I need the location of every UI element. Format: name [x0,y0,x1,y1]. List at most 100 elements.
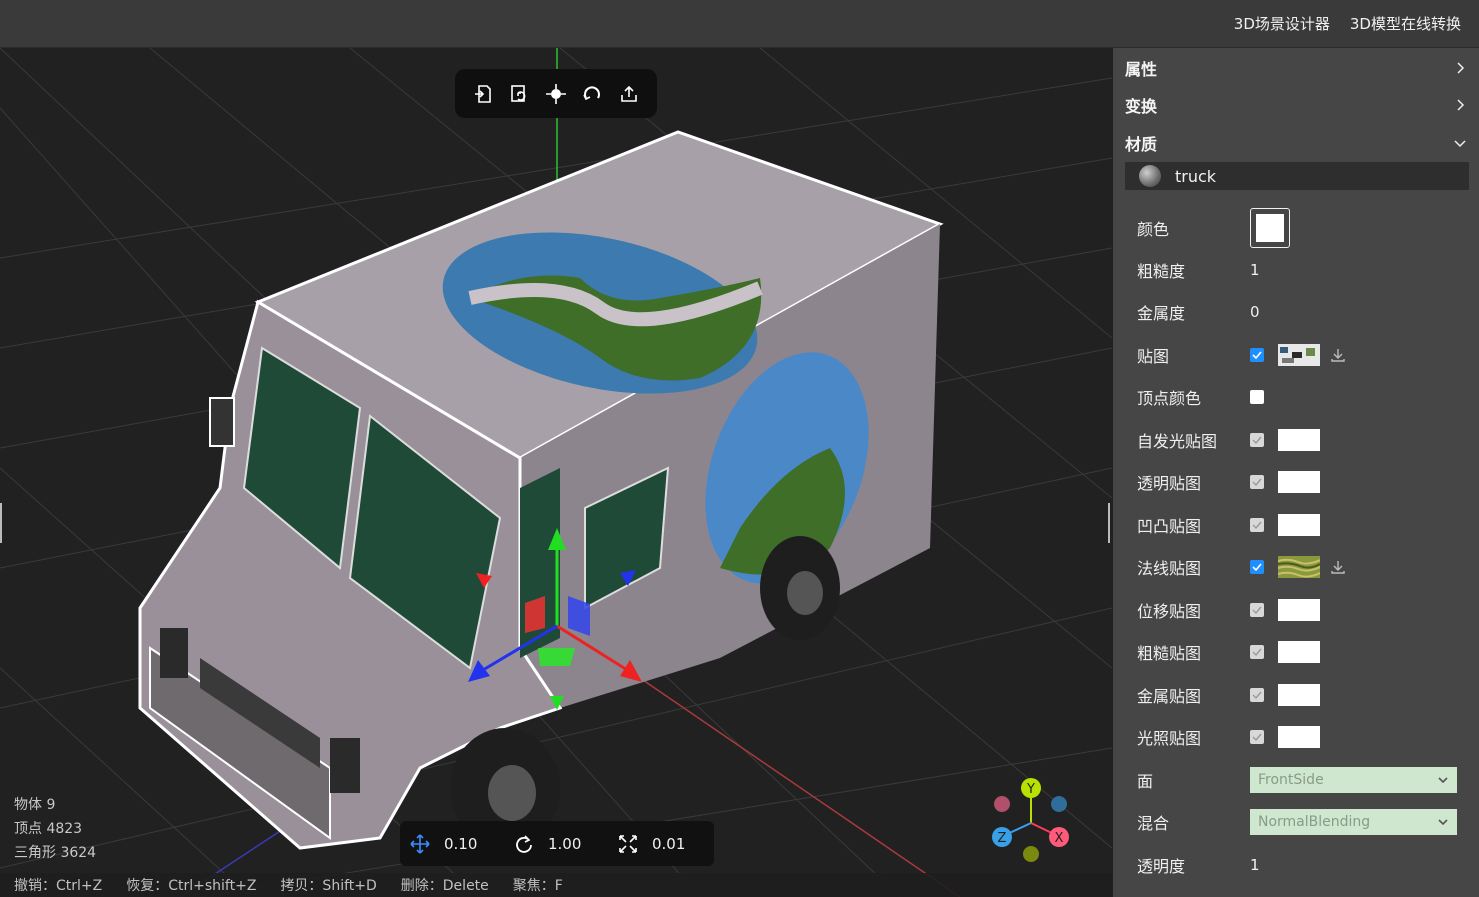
metal-map-checkbox[interactable] [1250,688,1264,702]
prop-side-label: 面 [1137,772,1154,791]
prop-side: 面 FrontSide [1137,765,1457,795]
roughness-map-slot[interactable] [1278,641,1320,663]
roughness-value[interactable]: 1 [1250,261,1260,279]
top-bar: 3D场景设计器 3D模型在线转换 [0,0,1479,48]
prop-metalness-label: 金属度 [1137,304,1186,323]
rotate-step[interactable]: 1.00 [504,834,608,854]
chevron-down-icon [1438,819,1448,826]
object-count: 物体 9 [14,797,56,813]
prop-roughness-map: 粗糙贴图 [1137,637,1457,667]
section-transform-label: 变换 [1125,97,1158,116]
shortcut-undo: 撤销：Ctrl+Z [14,878,103,894]
prop-blending: 混合 NormalBlending [1137,807,1457,837]
side-select[interactable]: FrontSide [1250,767,1457,793]
scale-step-value: 0.01 [652,834,686,853]
shortcut-redo: 恢复：Ctrl+shift+Z [126,878,257,894]
import-icon[interactable] [471,82,495,106]
shortcut-bar: 撤销：Ctrl+Z 恢复：Ctrl+shift+Z 拷贝：Shift+D 删除：… [0,873,1112,897]
color-picker-button[interactable] [1250,208,1290,248]
scale-step[interactable]: 0.01 [608,834,712,854]
bump-map-checkbox[interactable] [1250,518,1264,532]
prop-metal-map: 金属贴图 [1137,680,1457,710]
prop-light-map-label: 光照贴图 [1137,729,1202,748]
move-icon [410,833,430,854]
prop-opacity: 透明度 1 [1137,850,1457,880]
section-transform[interactable]: 变换 [1125,93,1467,117]
chevron-down-icon [1438,777,1448,784]
material-name: truck [1175,166,1217,186]
prop-bump-map-label: 凹凸贴图 [1137,517,1202,536]
scale-icon [619,834,637,853]
chevron-down-icon [1454,140,1466,148]
export-icon[interactable] [617,82,641,106]
opacity-value[interactable]: 1 [1250,856,1260,874]
download-icon[interactable] [1330,347,1346,363]
move-step-value: 0.10 [444,834,478,853]
emissive-map-slot[interactable] [1278,429,1320,451]
metal-map-slot[interactable] [1278,684,1320,706]
shortcut-focus: 聚焦：F [512,878,563,894]
viewport-3d[interactable]: Y X Z 物体 9 顶点 4823 三角形 3624 0.10 1.00 0.… [0,48,1112,897]
prop-bump-map: 凹凸贴图 [1137,510,1457,540]
normal-map-checkbox[interactable] [1250,560,1264,574]
axis-orientation-widget[interactable]: Y X Z [992,778,1069,862]
light-map-slot[interactable] [1278,726,1320,748]
vertex-count: 顶点 4823 [14,821,83,837]
alpha-map-checkbox[interactable] [1250,475,1264,489]
prop-displacement-map-label: 位移贴图 [1137,602,1202,621]
scene-render[interactable]: Y X Z [0,48,1112,897]
rotate-icon [516,834,532,853]
light-map-checkbox[interactable] [1250,730,1264,744]
blending-select-value: NormalBlending [1258,814,1371,830]
left-resize-handle[interactable] [0,503,2,543]
prop-blending-label: 混合 [1137,814,1170,833]
scene-designer-link[interactable]: 3D场景设计器 [1234,13,1330,34]
prop-light-map: 光照贴图 [1137,722,1457,752]
rotate-step-value: 1.00 [548,834,582,853]
section-material[interactable]: 材质 [1125,131,1467,155]
emissive-map-checkbox[interactable] [1250,433,1264,447]
prop-map: 贴图 [1137,340,1457,370]
viewport-toolbar [455,69,657,118]
prop-alpha-map: 透明贴图 [1137,467,1457,497]
transform-step-bar: 0.10 1.00 0.01 [400,821,714,866]
side-select-value: FrontSide [1258,772,1324,788]
section-attributes-label: 属性 [1125,60,1158,79]
prop-opacity-label: 透明度 [1137,857,1186,876]
replace-icon[interactable] [508,82,532,106]
displacement-map-slot[interactable] [1278,599,1320,621]
download-icon[interactable] [1330,559,1346,575]
prop-normal-map: 法线贴图 [1137,552,1457,582]
blending-select[interactable]: NormalBlending [1250,809,1457,835]
material-item[interactable]: truck [1125,162,1469,190]
color-swatch [1256,214,1284,242]
svg-text:Y: Y [1026,782,1035,797]
section-attributes[interactable]: 属性 [1125,56,1467,80]
prop-roughness-label: 粗糙度 [1137,262,1186,281]
right-resize-handle[interactable] [1108,503,1110,543]
top-links: 3D场景设计器 3D模型在线转换 [1234,13,1461,34]
normal-map-texture-thumbnail[interactable] [1278,556,1320,578]
alpha-map-slot[interactable] [1278,471,1320,493]
map-checkbox[interactable] [1250,348,1264,362]
roughness-map-checkbox[interactable] [1250,645,1264,659]
chevron-right-icon [1457,99,1465,111]
displacement-map-checkbox[interactable] [1250,603,1264,617]
prop-displacement-map: 位移贴图 [1137,595,1457,625]
focus-target-icon[interactable] [544,82,568,106]
bump-map-slot[interactable] [1278,514,1320,536]
shortcut-delete: 删除：Delete [400,878,489,894]
material-preview-icon [1139,165,1161,187]
reset-view-icon[interactable] [580,82,604,106]
vertex-color-checkbox[interactable] [1250,390,1264,404]
move-step[interactable]: 0.10 [400,833,504,854]
svg-text:X: X [1055,831,1064,846]
triangle-count: 三角形 3624 [14,845,97,861]
section-material-label: 材质 [1125,135,1158,154]
map-texture-thumbnail[interactable] [1278,344,1320,366]
chevron-right-icon [1457,62,1465,74]
metalness-value[interactable]: 0 [1250,303,1260,321]
prop-vertex-color-label: 顶点颜色 [1137,389,1202,408]
truck-model[interactable] [138,130,944,850]
model-converter-link[interactable]: 3D模型在线转换 [1350,13,1461,34]
